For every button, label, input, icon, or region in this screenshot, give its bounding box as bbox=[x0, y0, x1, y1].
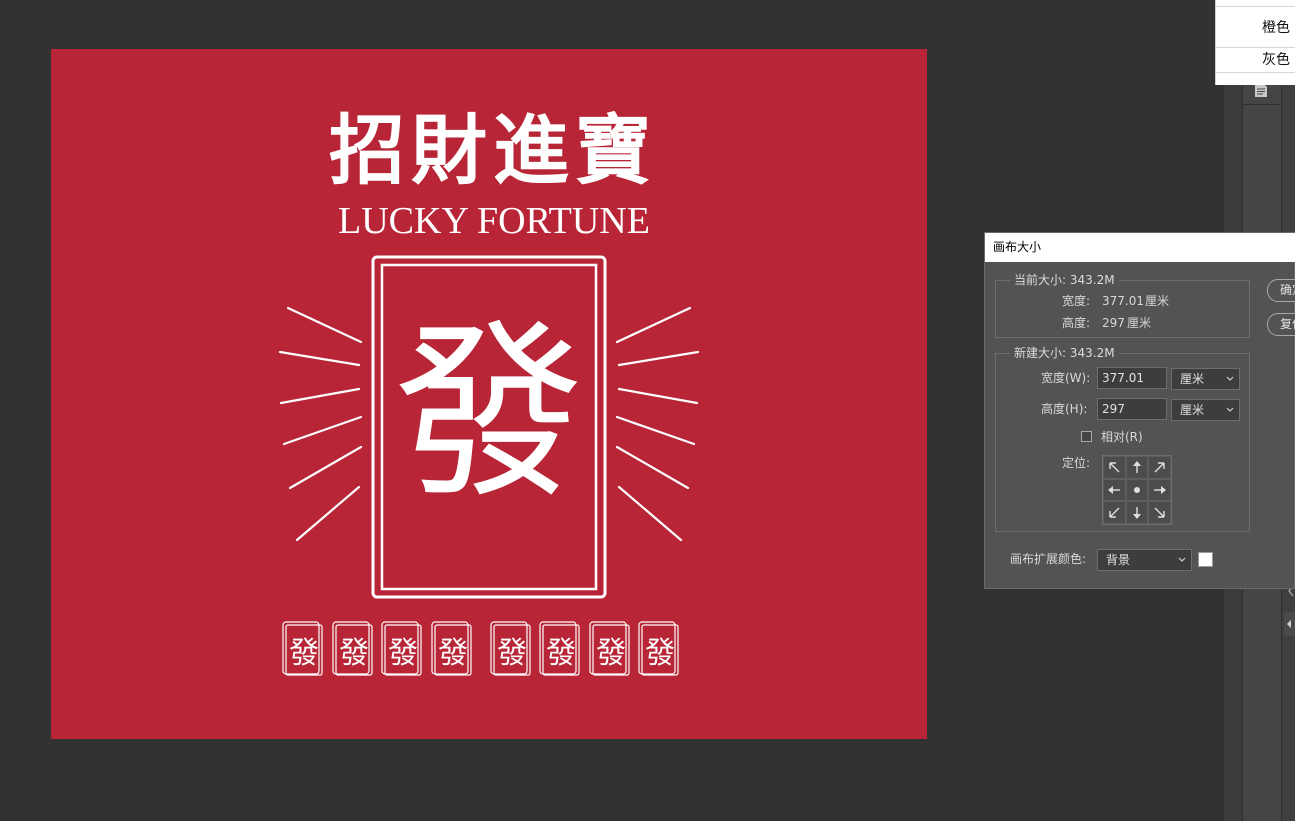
tile-glyph: 發 bbox=[596, 636, 626, 671]
arrow-left-icon bbox=[1108, 485, 1121, 494]
new-height-label: 高度(H): bbox=[1041, 402, 1088, 416]
width-unit-value: 厘米 bbox=[1180, 372, 1205, 386]
current-width-unit: 厘米 bbox=[1145, 294, 1170, 308]
width-input[interactable]: 377.01 bbox=[1097, 367, 1167, 389]
anchor-center[interactable] bbox=[1125, 478, 1149, 502]
arrow-up-icon bbox=[1132, 461, 1141, 474]
poster-artwork: 招財進寶 LUCKY FORTUNE 發 發發發發發發發發 bbox=[278, 106, 700, 676]
height-unit-value: 厘米 bbox=[1180, 403, 1205, 417]
rays-left bbox=[278, 306, 363, 542]
ok-button[interactable]: 确定 bbox=[1267, 279, 1295, 302]
poster-title-en: LUCKY FORTUNE bbox=[338, 200, 650, 242]
arrow-up-right-icon bbox=[1154, 462, 1165, 473]
mahjong-tile: 發 bbox=[332, 621, 373, 676]
new-width-label: 宽度(W): bbox=[1041, 371, 1091, 385]
arrow-down-icon bbox=[1132, 506, 1141, 519]
current-height-label: 高度: bbox=[1062, 316, 1091, 330]
dialog-title: 画布大小 bbox=[985, 233, 1295, 262]
arrow-down-right-icon bbox=[1154, 507, 1165, 518]
anchor-bottom-left[interactable] bbox=[1103, 501, 1126, 524]
tile-glyph: 發 bbox=[546, 636, 576, 671]
mahjong-tile: 發 bbox=[381, 621, 422, 676]
menu-separator bbox=[1216, 72, 1295, 73]
chevron-down-icon bbox=[1178, 557, 1186, 562]
tile-glyph: 發 bbox=[645, 636, 675, 671]
height-unit-select[interactable]: 厘米 bbox=[1171, 399, 1240, 421]
extension-color-swatch[interactable] bbox=[1198, 552, 1213, 567]
mahjong-tile: 發 bbox=[431, 621, 472, 676]
anchor-dot-icon bbox=[1133, 486, 1140, 493]
chevron-down-icon bbox=[1226, 376, 1234, 381]
mahjong-tiles-row: 發發發發發發發發 bbox=[282, 621, 679, 676]
current-size-legend: 当前大小: 343.2M bbox=[1010, 273, 1119, 287]
anchor-left[interactable] bbox=[1103, 478, 1126, 502]
menu-separator bbox=[1216, 47, 1295, 48]
relative-label[interactable]: 相对(R) bbox=[1101, 429, 1143, 445]
current-height-value: 297 bbox=[1102, 316, 1125, 330]
tile-glyph: 發 bbox=[438, 636, 468, 671]
panel-collapse-tab[interactable] bbox=[1284, 612, 1295, 636]
extension-color-value: 背景 bbox=[1106, 553, 1131, 567]
center-glyph: 發 bbox=[394, 303, 584, 524]
current-height-unit: 厘米 bbox=[1127, 316, 1152, 330]
menu-item-gray[interactable]: 灰色 bbox=[1216, 49, 1295, 71]
tile-glyph: 發 bbox=[339, 636, 369, 671]
mahjong-tile: 發 bbox=[282, 621, 323, 676]
anchor-top[interactable] bbox=[1125, 456, 1149, 479]
poster-title-cn: 招財進寶 bbox=[329, 106, 657, 195]
extension-color-select[interactable]: 背景 bbox=[1097, 549, 1192, 571]
anchor-right[interactable] bbox=[1148, 478, 1171, 502]
color-dropdown-menu: 橙色 灰色 bbox=[1215, 0, 1295, 85]
chevron-left-icon bbox=[1287, 620, 1291, 628]
tile-glyph: 發 bbox=[289, 636, 319, 671]
anchor-label: 定位: bbox=[1062, 456, 1091, 470]
document-canvas[interactable]: 招財進寶 LUCKY FORTUNE 發 發發發發發發發發 bbox=[51, 49, 927, 739]
menu-item-orange[interactable]: 橙色 bbox=[1216, 17, 1295, 39]
current-width-value: 377.01 bbox=[1102, 294, 1144, 308]
tile-glyph: 發 bbox=[497, 636, 527, 671]
current-width-label: 宽度: bbox=[1062, 294, 1091, 308]
width-unit-select[interactable]: 厘米 bbox=[1171, 368, 1240, 390]
mahjong-tile: 發 bbox=[490, 621, 531, 676]
arrow-down-left-icon bbox=[1109, 507, 1120, 518]
anchor-grid bbox=[1102, 455, 1172, 525]
chevron-down-icon bbox=[1226, 407, 1234, 412]
new-size-legend: 新建大小: 343.2M bbox=[1010, 346, 1119, 360]
height-input[interactable]: 297 bbox=[1097, 398, 1167, 420]
panel-divider bbox=[1242, 104, 1280, 105]
mahjong-tile: 發 bbox=[589, 621, 630, 676]
reset-button[interactable]: 复位 bbox=[1267, 313, 1295, 336]
anchor-bottom-right[interactable] bbox=[1148, 501, 1171, 524]
mahjong-tile: 發 bbox=[539, 621, 580, 676]
extension-color-label: 画布扩展颜色: bbox=[1010, 552, 1087, 566]
anchor-top-right[interactable] bbox=[1148, 456, 1171, 479]
mahjong-tile: 發 bbox=[638, 621, 679, 676]
relative-checkbox[interactable] bbox=[1081, 431, 1092, 442]
rays-right bbox=[615, 306, 700, 542]
arrow-right-icon bbox=[1153, 485, 1166, 494]
anchor-bottom[interactable] bbox=[1125, 501, 1149, 524]
menu-separator bbox=[1216, 6, 1295, 7]
arrow-up-left-icon bbox=[1109, 462, 1120, 473]
tile-glyph: 發 bbox=[388, 636, 418, 671]
anchor-top-left[interactable] bbox=[1103, 456, 1126, 479]
